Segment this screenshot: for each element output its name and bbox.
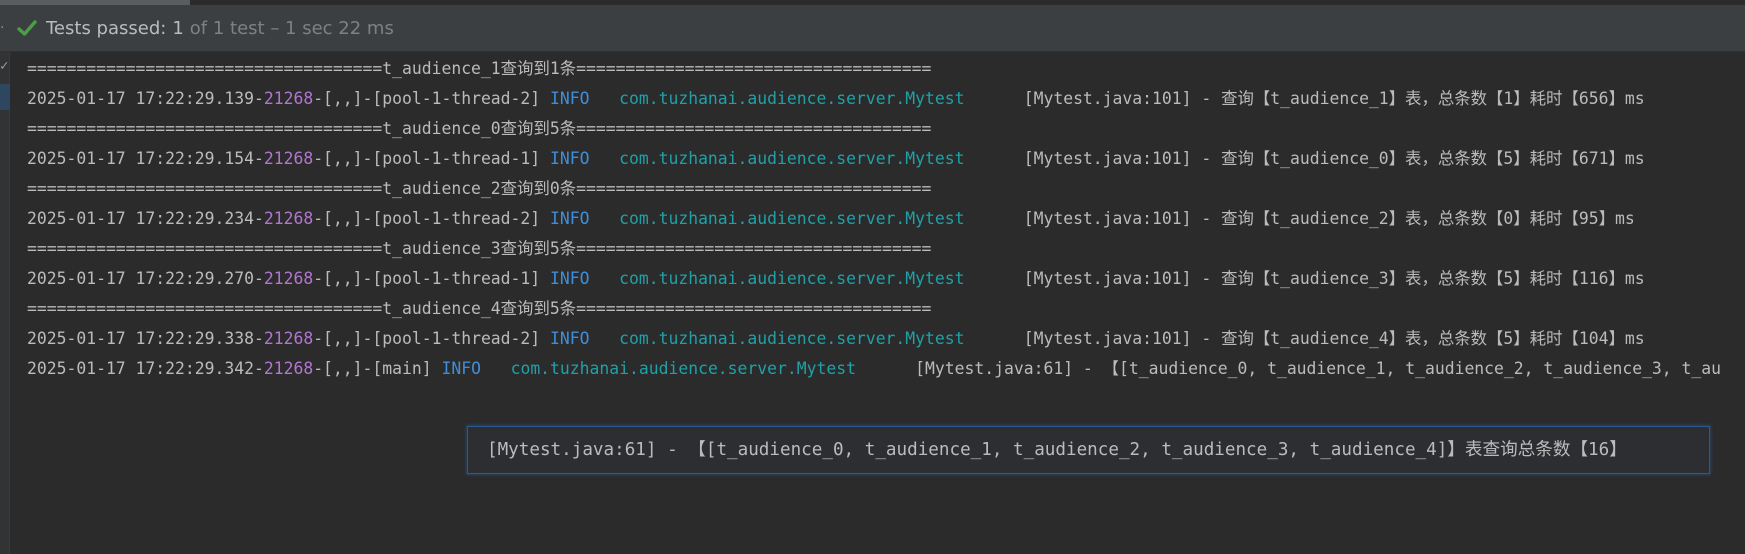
log-level: INFO [550, 269, 590, 288]
log-thread: -[,,]-[main] [313, 359, 442, 378]
separator-text: ====================================t_au… [27, 119, 932, 138]
log-message: [Mytest.java:101] - 查询【t_audience_1】表，总条… [964, 89, 1645, 108]
log-class: com.tuzhanai.audience.server.Mytest [619, 89, 965, 108]
log-gap [590, 84, 620, 114]
separator-line: ====================================t_au… [27, 54, 1745, 84]
collapse-handle-icon[interactable]: · [0, 21, 6, 35]
check-icon [16, 17, 38, 39]
log-thread: -[,,]-[pool-1-thread-2] [313, 89, 551, 108]
log-pid: 21268 [263, 149, 314, 168]
log-gap [481, 354, 511, 384]
status-count: 1 [172, 17, 184, 39]
separator-text: ====================================t_au… [27, 299, 932, 318]
log-pid: 21268 [263, 269, 314, 288]
log-timestamp: 2025-01-17 17:22:29.338- [27, 329, 264, 348]
log-class: com.tuzhanai.audience.server.Mytest [510, 359, 856, 378]
log-message: [Mytest.java:101] - 查询【t_audience_3】表，总条… [964, 269, 1645, 288]
log-pid: 21268 [263, 329, 314, 348]
log-level: INFO [550, 149, 590, 168]
separator-line: ====================================t_au… [27, 294, 1745, 324]
log-level: INFO [441, 359, 481, 378]
gutter-current-line-marker [0, 84, 10, 110]
log-line: 2025-01-17 17:22:29.139- 21268 -[,,]-[pool… [27, 84, 1745, 114]
log-pid: 21268 [263, 89, 314, 108]
gutter-fold-icon[interactable]: ✓ [0, 58, 8, 74]
log-class: com.tuzhanai.audience.server.Mytest [619, 209, 965, 228]
separator-line: ====================================t_au… [27, 174, 1745, 204]
console-output[interactable]: ====================================t_au… [27, 54, 1745, 384]
status-summary: of 1 test – 1 sec 22 ms [189, 17, 394, 39]
log-level: INFO [550, 89, 590, 108]
log-class: com.tuzhanai.audience.server.Mytest [619, 149, 965, 168]
console-gutter [0, 52, 10, 554]
log-pid: 21268 [263, 359, 314, 378]
log-message: [Mytest.java:101] - 查询【t_audience_0】表，总条… [964, 149, 1645, 168]
log-gap [590, 144, 620, 174]
log-gap [590, 204, 620, 234]
log-level: INFO [550, 329, 590, 348]
log-line: 2025-01-17 17:22:29.234- 21268 -[,,]-[pool… [27, 204, 1745, 234]
log-line: 2025-01-17 17:22:29.338- 21268 -[,,]-[pool… [27, 324, 1745, 354]
log-timestamp: 2025-01-17 17:22:29.139- [27, 89, 264, 108]
status-label: Tests passed: [46, 17, 167, 39]
log-thread: -[,,]-[pool-1-thread-1] [313, 269, 551, 288]
log-message: [Mytest.java:101] - 查询【t_audience_4】表，总条… [964, 329, 1645, 348]
separator-text: ====================================t_au… [27, 59, 932, 78]
log-line: 2025-01-17 17:22:29.270- 21268 -[,,]-[pool… [27, 264, 1745, 294]
log-thread: -[,,]-[pool-1-thread-1] [313, 149, 551, 168]
separator-text: ====================================t_au… [27, 179, 932, 198]
log-timestamp: 2025-01-17 17:22:29.234- [27, 209, 264, 228]
log-class: com.tuzhanai.audience.server.Mytest [619, 269, 965, 288]
test-status-bar: · Tests passed: 1 of 1 test – 1 sec 22 m… [0, 5, 1745, 52]
line-tooltip: [Mytest.java:61] - 【[t_audience_0, t_aud… [467, 426, 1710, 474]
log-gap [590, 324, 620, 354]
log-pid: 21268 [263, 209, 314, 228]
log-line: 2025-01-17 17:22:29.154- 21268 -[,,]-[pool… [27, 144, 1745, 174]
log-timestamp: 2025-01-17 17:22:29.342- [27, 359, 264, 378]
log-timestamp: 2025-01-17 17:22:29.154- [27, 149, 264, 168]
log-line: 2025-01-17 17:22:29.342- 21268 -[,,]-[main… [27, 354, 1745, 384]
log-class: com.tuzhanai.audience.server.Mytest [619, 329, 965, 348]
separator-line: ====================================t_au… [27, 234, 1745, 264]
log-thread: -[,,]-[pool-1-thread-2] [313, 329, 551, 348]
log-thread: -[,,]-[pool-1-thread-2] [313, 209, 551, 228]
log-message: [Mytest.java:61] - 【[t_audience_0, t_aud… [855, 359, 1722, 378]
log-gap [590, 264, 620, 294]
log-level: INFO [550, 209, 590, 228]
separator-text: ====================================t_au… [27, 239, 932, 258]
log-timestamp: 2025-01-17 17:22:29.270- [27, 269, 264, 288]
log-message: [Mytest.java:101] - 查询【t_audience_2】表，总条… [964, 209, 1635, 228]
separator-line: ====================================t_au… [27, 114, 1745, 144]
